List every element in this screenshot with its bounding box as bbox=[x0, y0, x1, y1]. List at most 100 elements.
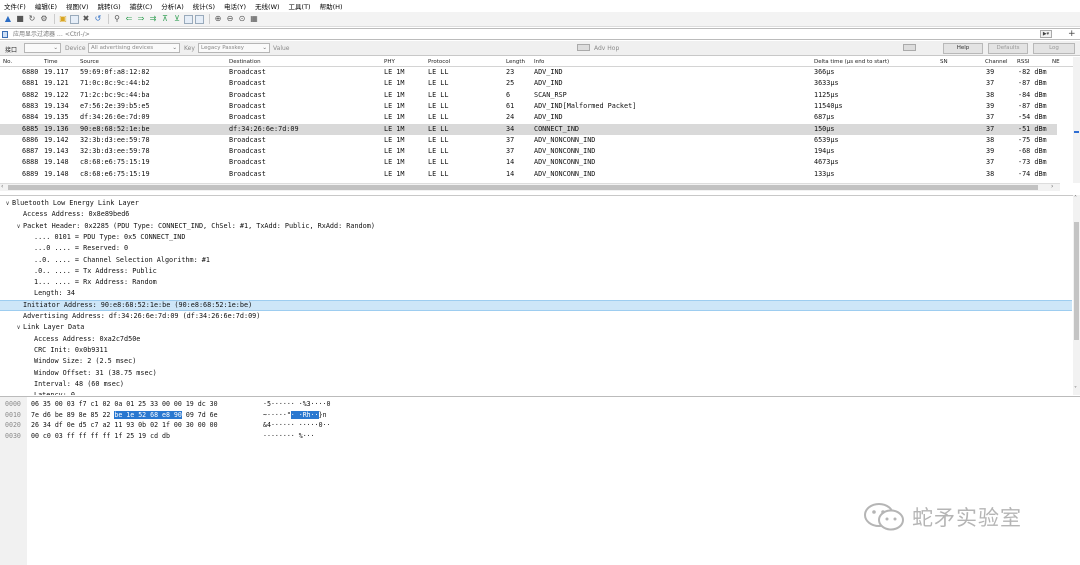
hex-bytes[interactable]: 26 34 df 0e d5 c7 a2 11 93 0b 02 1f 00 3… bbox=[31, 420, 218, 431]
defaults-button[interactable]: Defaults bbox=[988, 43, 1028, 54]
menu-item[interactable]: 视图(V) bbox=[62, 1, 94, 11]
capture-options-icon[interactable]: ⚙ bbox=[39, 14, 49, 24]
detail-row[interactable]: Window Size: 2 (2.5 msec) bbox=[0, 356, 1072, 367]
packet-row[interactable]: 6888 19.148 c8:68:e6:75:15:19 Broadcast LE 1… bbox=[0, 157, 1057, 168]
normal-size-icon[interactable]: ⊙ bbox=[237, 14, 247, 24]
go-forward-icon[interactable]: ⇒ bbox=[136, 14, 146, 24]
interface-select[interactable]: ⌄ bbox=[24, 43, 61, 53]
packet-row[interactable]: 6881 19.121 71:0c:8c:9c:44:b2 Broadcast LE 1… bbox=[0, 78, 1057, 89]
details-scroll-thumb[interactable] bbox=[1074, 222, 1079, 340]
scroll-down-icon[interactable]: ˅ bbox=[1074, 387, 1077, 393]
packet-list-vertical-scrollbar[interactable] bbox=[1073, 57, 1080, 183]
help-button[interactable]: Help bbox=[943, 43, 983, 54]
scroll-right-icon[interactable]: › bbox=[1051, 184, 1053, 190]
column-header-rssi[interactable]: RSSI bbox=[1017, 59, 1029, 65]
packet-row[interactable]: 6886 19.142 32:3b:d3:ee:59:78 Broadcast LE 1… bbox=[0, 135, 1057, 146]
column-header-delta-time[interactable]: Delta time (µs end to start) bbox=[814, 59, 889, 65]
stop-capture-icon[interactable]: ■ bbox=[15, 14, 25, 24]
restart-capture-icon[interactable]: ↻ bbox=[27, 14, 37, 24]
hex-bytes[interactable]: 7e d6 be 89 8e 85 22 be 1e 52 68 e8 90 0… bbox=[31, 410, 218, 421]
menu-item[interactable]: 无线(W) bbox=[251, 1, 285, 11]
apply-value-toggle[interactable] bbox=[903, 44, 916, 51]
detail-row[interactable]: 1... .... = Rx Address: Random bbox=[0, 277, 1072, 288]
menu-item[interactable]: 电话(Y) bbox=[220, 1, 251, 11]
packet-row[interactable]: 6882 19.122 71:2c:bc:9c:44:ba Broadcast LE 1… bbox=[0, 90, 1057, 101]
auto-scroll-icon[interactable] bbox=[184, 14, 193, 24]
scroll-up-icon[interactable]: ˄ bbox=[1074, 196, 1077, 202]
menu-item[interactable]: 捕获(C) bbox=[126, 1, 158, 11]
shark-fin-start-icon[interactable]: ▲ bbox=[3, 14, 13, 24]
menu-item[interactable]: 统计(S) bbox=[189, 1, 220, 11]
column-header-ne[interactable]: NE bbox=[1052, 59, 1060, 65]
packet-list-horizontal-scrollbar[interactable]: ‹ › bbox=[0, 183, 1060, 191]
display-filter-input[interactable] bbox=[11, 29, 1036, 39]
colorize-icon[interactable] bbox=[195, 14, 204, 24]
detail-row[interactable]: Window Offset: 31 (38.75 msec) bbox=[0, 368, 1072, 379]
menu-item[interactable]: 工具(T) bbox=[285, 1, 316, 11]
expand-chevron-icon[interactable]: ∨ bbox=[14, 221, 23, 232]
detail-row[interactable]: CRC Init: 0x0b9311 bbox=[0, 345, 1072, 356]
adv-hop-toggle[interactable] bbox=[577, 44, 590, 51]
go-back-icon[interactable]: ⇐ bbox=[124, 14, 134, 24]
find-packet-icon[interactable]: ⚲ bbox=[112, 14, 122, 24]
zoom-in-icon[interactable]: ⊕ bbox=[213, 14, 223, 24]
close-file-icon[interactable]: ✖ bbox=[81, 14, 91, 24]
save-file-icon[interactable] bbox=[70, 14, 79, 24]
packet-row[interactable]: 6889 19.148 c8:68:e6:75:15:19 Broadcast LE 1… bbox=[0, 169, 1057, 180]
detail-row[interactable]: ...0 .... = Reserved: 0 bbox=[0, 243, 1072, 254]
detail-row[interactable]: ∨ Packet Header: 0x2285 (PDU Type: CONNEC… bbox=[0, 221, 1072, 232]
ascii-bytes[interactable]: ~·····"· ·Rh··}n bbox=[263, 410, 327, 421]
apply-filter-arrow-icon[interactable]: ▶▾ bbox=[1040, 30, 1052, 38]
menu-item[interactable]: 编辑(E) bbox=[31, 1, 62, 11]
detail-row[interactable]: Access Address: 0x8e89bed6 bbox=[0, 209, 1072, 220]
ascii-bytes[interactable]: ········ %··· bbox=[263, 431, 315, 442]
menu-item[interactable]: 帮助(H) bbox=[316, 1, 348, 11]
device-select[interactable]: All advertising devices ⌄ bbox=[88, 43, 180, 53]
detail-row[interactable]: Access Address: 0xa2c7d50e bbox=[0, 334, 1072, 345]
detail-row[interactable]: ∨ Bluetooth Low Energy Link Layer bbox=[0, 198, 1072, 209]
detail-row[interactable]: Interval: 48 (60 msec) bbox=[0, 379, 1072, 390]
details-vertical-scrollbar[interactable]: ˄ ˅ bbox=[1073, 195, 1080, 395]
detail-row[interactable]: .0.. .... = Tx Address: Public bbox=[0, 266, 1072, 277]
key-select[interactable]: Legacy Passkey ⌄ bbox=[198, 43, 270, 53]
column-header-no[interactable]: No. bbox=[3, 59, 12, 65]
hex-bytes[interactable]: 06 35 00 03 f7 c1 02 0a 01 25 33 00 00 1… bbox=[31, 399, 218, 410]
zoom-out-icon[interactable]: ⊖ bbox=[225, 14, 235, 24]
detail-row[interactable]: ..0. .... = Channel Selection Algorithm:… bbox=[0, 255, 1072, 266]
column-header-length[interactable]: Length bbox=[506, 59, 525, 65]
packet-row-selected[interactable]: 6885 19.136 90:e8:68:52:1e:be df:34:26:6e:7… bbox=[0, 123, 1057, 135]
hex-bytes[interactable]: 00 c0 03 ff ff ff ff 1f 25 19 cd db bbox=[31, 431, 170, 442]
log-button[interactable]: Log bbox=[1033, 43, 1075, 54]
packet-row[interactable]: 6880 19.117 59:69:0f:a8:12:82 Broadcast LE 1… bbox=[0, 67, 1057, 78]
column-header-phy[interactable]: PHY bbox=[384, 59, 395, 65]
menu-item[interactable]: 分析(A) bbox=[157, 1, 189, 11]
column-header-source[interactable]: Source bbox=[80, 59, 99, 65]
go-to-packet-icon[interactable]: ⇉ bbox=[148, 14, 158, 24]
column-header-info[interactable]: Info bbox=[534, 59, 544, 65]
detail-row-selected[interactable]: Initiator Address: 90:e8:68:52:1e:be (90… bbox=[0, 299, 1072, 311]
ascii-bytes[interactable]: &4······ ·····0·· bbox=[263, 420, 331, 431]
reload-file-icon[interactable]: ↺ bbox=[93, 14, 103, 24]
detail-row[interactable]: .... 0101 = PDU Type: 0x5 CONNECT_IND bbox=[0, 232, 1072, 243]
column-header-sn[interactable]: SN bbox=[940, 59, 948, 65]
go-last-icon[interactable]: ⊻ bbox=[172, 14, 182, 24]
vertical-scroll-position-marker[interactable] bbox=[1074, 131, 1079, 133]
scroll-left-icon[interactable]: ‹ bbox=[1, 184, 3, 190]
ascii-bytes[interactable]: ·5······ ·%3····0 bbox=[263, 399, 331, 410]
packet-row[interactable]: 6884 19.135 df:34:26:6e:7d:09 Broadcast LE 1… bbox=[0, 112, 1057, 123]
detail-row[interactable]: ∨ Link Layer Data bbox=[0, 322, 1072, 333]
go-first-icon[interactable]: ⊼ bbox=[160, 14, 170, 24]
menu-item[interactable]: 跳转(G) bbox=[94, 1, 126, 11]
detail-row[interactable]: Advertising Address: df:34:26:6e:7d:09 (… bbox=[0, 311, 1072, 322]
column-header-time[interactable]: Time bbox=[44, 59, 57, 65]
resize-columns-icon[interactable]: ▦ bbox=[249, 14, 259, 24]
bookmark-icon[interactable] bbox=[2, 31, 8, 38]
packet-row[interactable]: 6883 19.134 e7:56:2e:39:b5:e5 Broadcast LE 1… bbox=[0, 101, 1057, 112]
column-header-destination[interactable]: Destination bbox=[229, 59, 261, 65]
expand-chevron-icon[interactable]: ∨ bbox=[14, 322, 23, 333]
expand-chevron-icon[interactable]: ∨ bbox=[3, 198, 12, 209]
packet-row[interactable]: 6887 19.143 32:3b:d3:ee:59:78 Broadcast LE 1… bbox=[0, 146, 1057, 157]
detail-row[interactable]: Length: 34 bbox=[0, 288, 1072, 299]
column-header-protocol[interactable]: Protocol bbox=[428, 59, 450, 65]
column-header-channel[interactable]: Channel bbox=[985, 59, 1008, 65]
